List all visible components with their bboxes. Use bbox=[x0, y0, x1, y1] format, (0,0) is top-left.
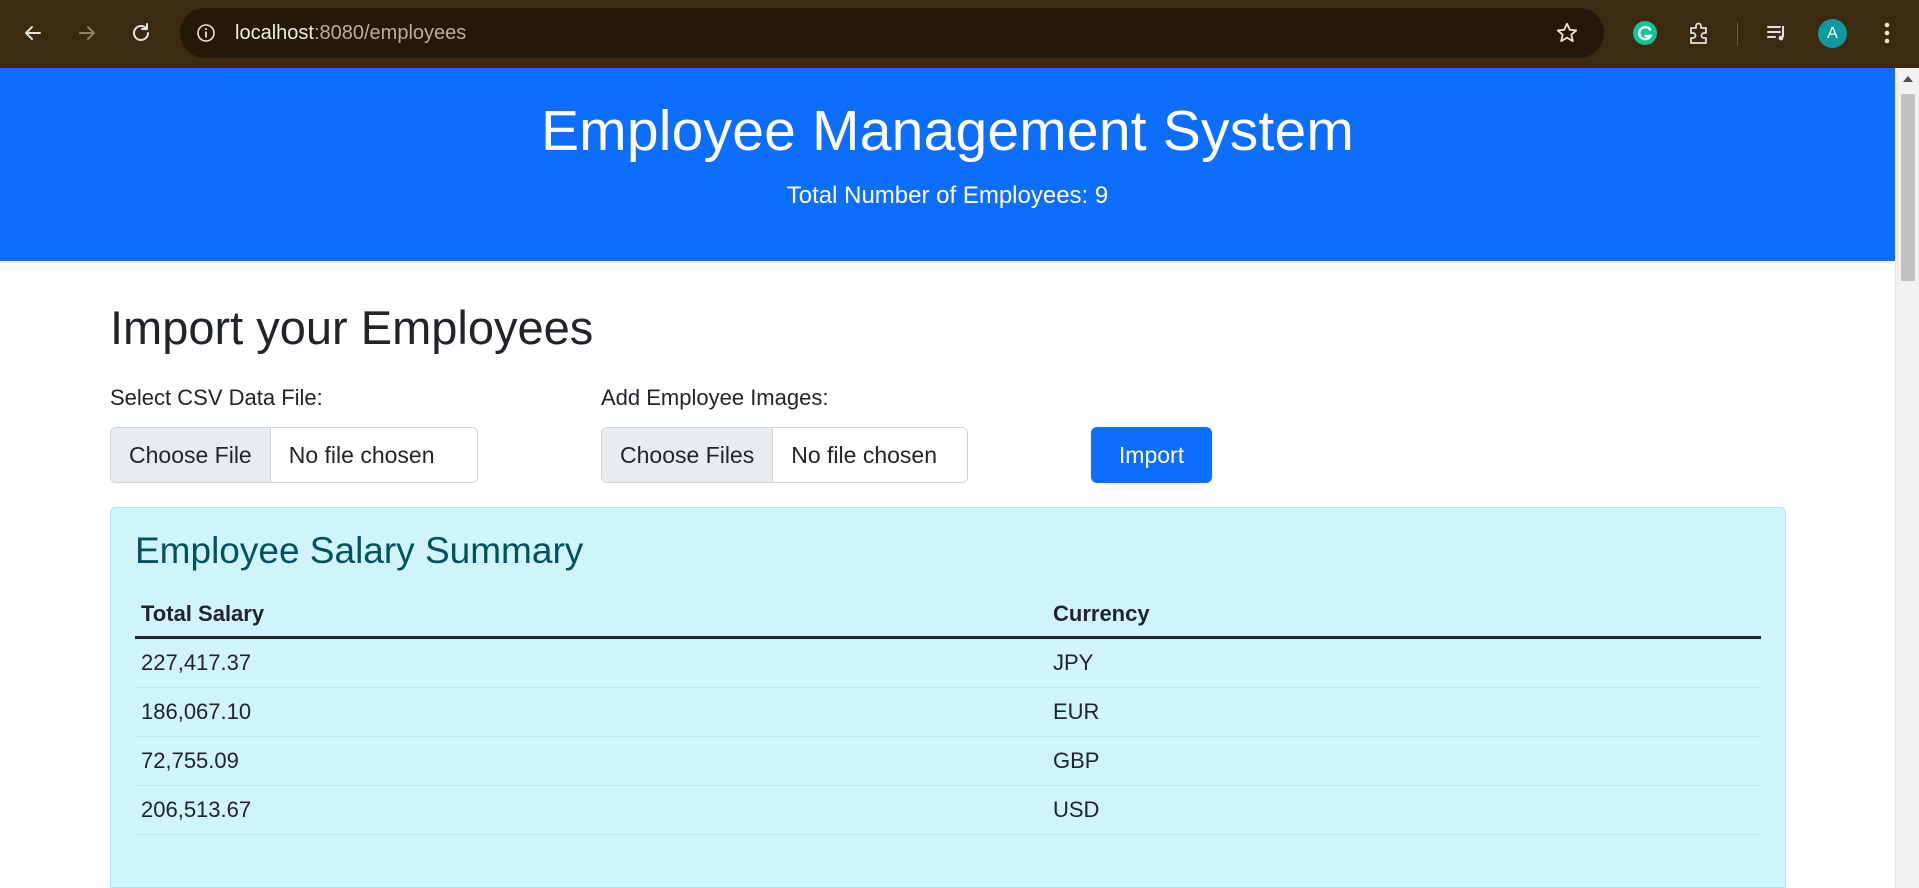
salary-summary-panel: Employee Salary Summary Total Salary Cur… bbox=[110, 507, 1786, 888]
currency-cell: GBP bbox=[1053, 748, 1100, 773]
profile-avatar[interactable]: A bbox=[1818, 19, 1847, 48]
bookmark-star-icon[interactable] bbox=[1554, 20, 1580, 46]
scroll-up-arrow-icon[interactable] bbox=[1903, 76, 1913, 82]
table-row: 206,513.67 USD bbox=[135, 786, 1761, 835]
total-salary-cell: 227,417.37 bbox=[141, 650, 252, 675]
page-viewport: Employee Management System Total Number … bbox=[0, 68, 1895, 888]
import-button[interactable]: Import bbox=[1091, 427, 1212, 483]
currency-cell: EUR bbox=[1053, 699, 1100, 724]
page-scrollbar[interactable] bbox=[1895, 68, 1919, 888]
table-row: 227,417.37 JPY bbox=[135, 639, 1761, 688]
table-row: 186,067.10 EUR bbox=[135, 688, 1761, 737]
images-file-input[interactable]: Choose Files No file chosen bbox=[601, 427, 968, 483]
currency-cell: JPY bbox=[1053, 650, 1094, 675]
forward-icon[interactable] bbox=[70, 16, 104, 50]
browser-toolbar: localhost:8080/employees A bbox=[0, 0, 1919, 68]
total-salary-cell: 206,513.67 bbox=[141, 797, 252, 822]
table-row: 72,755.09 GBP bbox=[135, 737, 1761, 786]
images-file-label: Add Employee Images: bbox=[601, 385, 829, 410]
reload-icon[interactable] bbox=[124, 16, 158, 50]
total-salary-cell: 186,067.10 bbox=[141, 699, 252, 724]
column-header-total-salary: Total Salary bbox=[141, 601, 265, 626]
menu-kebab-icon[interactable] bbox=[1872, 18, 1902, 48]
scrollbar-thumb[interactable] bbox=[1901, 94, 1915, 281]
import-heading: Import your Employees bbox=[110, 301, 594, 354]
table-header-row: Total Salary Currency bbox=[135, 592, 1761, 639]
csv-file-status: No file chosen bbox=[288, 441, 435, 468]
csv-file-input[interactable]: Choose File No file chosen bbox=[110, 427, 478, 483]
url-path: :8080/employees bbox=[313, 22, 467, 44]
choose-file-button[interactable]: Choose File bbox=[111, 428, 271, 482]
extensions-puzzle-icon[interactable] bbox=[1684, 18, 1714, 48]
grammarly-icon[interactable] bbox=[1630, 18, 1660, 48]
site-info-icon[interactable] bbox=[194, 21, 218, 45]
back-icon[interactable] bbox=[16, 16, 50, 50]
total-salary-cell: 72,755.09 bbox=[141, 748, 239, 773]
media-playlist-icon[interactable] bbox=[1762, 18, 1792, 48]
column-header-currency: Currency bbox=[1053, 601, 1150, 626]
summary-title: Employee Salary Summary bbox=[135, 530, 584, 571]
currency-cell: USD bbox=[1053, 797, 1100, 822]
url-host: localhost bbox=[235, 22, 314, 44]
page-header: Employee Management System Total Number … bbox=[0, 68, 1895, 261]
salary-table: Total Salary Currency 227,417.37 JPY 186… bbox=[135, 592, 1761, 835]
csv-file-label: Select CSV Data File: bbox=[110, 385, 323, 410]
url-text: localhost:8080/employees bbox=[235, 22, 466, 45]
toolbar-divider bbox=[1737, 22, 1738, 46]
page-title: Employee Management System bbox=[540, 99, 1355, 163]
images-file-status: No file chosen bbox=[791, 441, 937, 468]
choose-files-button[interactable]: Choose Files bbox=[602, 428, 774, 482]
employee-count: Total Number of Employees: 9 bbox=[786, 182, 1109, 209]
address-bar[interactable]: localhost:8080/employees bbox=[180, 8, 1604, 58]
